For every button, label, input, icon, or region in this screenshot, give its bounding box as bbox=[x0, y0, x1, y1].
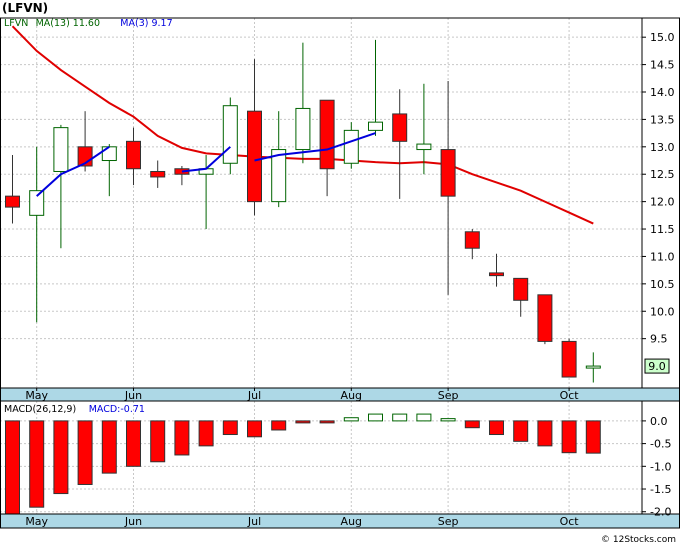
candle-body bbox=[585, 365, 601, 369]
candle-body bbox=[53, 127, 69, 172]
month-label: Oct bbox=[560, 515, 580, 528]
price-tick-label: 14.0 bbox=[650, 86, 675, 99]
candle-body bbox=[464, 231, 480, 249]
candle-body bbox=[247, 110, 262, 203]
legend-item: MACD(26,12,9) bbox=[4, 404, 76, 415]
month-label: Sep bbox=[438, 515, 459, 528]
macd-bar bbox=[416, 413, 432, 422]
candle-body bbox=[343, 129, 359, 164]
legend-item: LFVN bbox=[4, 18, 28, 29]
price-tick-label: 10.0 bbox=[650, 305, 675, 318]
candle-body bbox=[29, 190, 45, 216]
stock-chart: MayMayJunJunJulJulAugAugSepSepOctOct15.0… bbox=[0, 0, 680, 546]
footer-credit: © 12Stocks.com bbox=[601, 535, 676, 545]
macd-bar bbox=[53, 420, 69, 495]
price-tick-label: 10.5 bbox=[650, 278, 675, 291]
legend-item: MA(13) 11.60 bbox=[36, 18, 100, 29]
candle-body bbox=[5, 195, 20, 208]
macd-bar bbox=[392, 413, 408, 422]
chart-title: (LFVN) bbox=[2, 1, 48, 15]
candle-body bbox=[440, 149, 456, 197]
macd-bar bbox=[513, 420, 529, 442]
candle-body bbox=[368, 121, 383, 131]
macd-bar bbox=[368, 413, 383, 422]
macd-bar bbox=[222, 420, 238, 436]
candle-body bbox=[126, 140, 141, 170]
macd-bar bbox=[489, 420, 504, 436]
price-tick-label: 12.5 bbox=[650, 168, 675, 181]
macd-bar bbox=[561, 420, 577, 454]
candle-body bbox=[319, 99, 335, 170]
macd-bar bbox=[29, 420, 45, 508]
macd-bar bbox=[247, 420, 262, 438]
candle-body bbox=[416, 143, 432, 151]
candle-body bbox=[489, 272, 504, 277]
price-tick-label: 13.0 bbox=[650, 141, 675, 154]
candle-body bbox=[295, 107, 311, 151]
macd-tick-label: -0.5 bbox=[650, 438, 671, 451]
macd-bar bbox=[150, 420, 166, 463]
macd-bar bbox=[101, 420, 117, 474]
candle-body bbox=[561, 340, 577, 378]
candle-body bbox=[537, 294, 553, 342]
price-tick-label: 11.0 bbox=[650, 250, 675, 263]
macd-bar bbox=[198, 420, 214, 447]
candle-body bbox=[392, 113, 408, 142]
legend-item: MACD:-0.71 bbox=[89, 404, 145, 415]
macd-bar bbox=[440, 418, 456, 422]
candle-body bbox=[101, 146, 117, 162]
macd-legend: MACD(26,12,9) MACD:-0.71 bbox=[4, 404, 145, 415]
candle-body bbox=[150, 170, 166, 178]
macd-bar bbox=[5, 420, 20, 515]
price-tick-label: 12.0 bbox=[650, 196, 675, 209]
macd-tick-label: -1.5 bbox=[650, 483, 671, 496]
month-label: Jun bbox=[124, 515, 142, 528]
macd-tick-label: -2.0 bbox=[650, 506, 671, 519]
macd-bar bbox=[319, 420, 335, 424]
month-label: May bbox=[25, 515, 48, 528]
macd-bar bbox=[174, 420, 190, 456]
macd-tick-label: 0.0 bbox=[650, 415, 668, 428]
macd-bar bbox=[271, 420, 287, 431]
price-tick-label: 13.5 bbox=[650, 113, 675, 126]
month-label: Aug bbox=[341, 515, 362, 528]
price-tick-label: 15.0 bbox=[650, 31, 675, 44]
legend-item: MA(3) 9.17 bbox=[120, 18, 172, 29]
macd-bar bbox=[585, 420, 601, 454]
candle-body bbox=[222, 105, 238, 164]
macd-bar bbox=[343, 417, 359, 422]
macd-bar bbox=[77, 420, 93, 485]
macd-bar bbox=[126, 420, 141, 467]
candle-body bbox=[271, 149, 287, 203]
macd-tick-label: -1.0 bbox=[650, 460, 671, 473]
price-tick-label: 9.5 bbox=[650, 333, 668, 346]
last-price-label: 9.0 bbox=[648, 360, 666, 373]
month-label: Jul bbox=[247, 515, 261, 528]
macd-bar bbox=[464, 420, 480, 429]
macd-bar bbox=[537, 420, 553, 447]
macd-bar bbox=[295, 420, 311, 424]
price-tick-label: 14.5 bbox=[650, 59, 675, 72]
price-tick-label: 11.5 bbox=[650, 223, 675, 236]
candle-body bbox=[513, 277, 529, 301]
